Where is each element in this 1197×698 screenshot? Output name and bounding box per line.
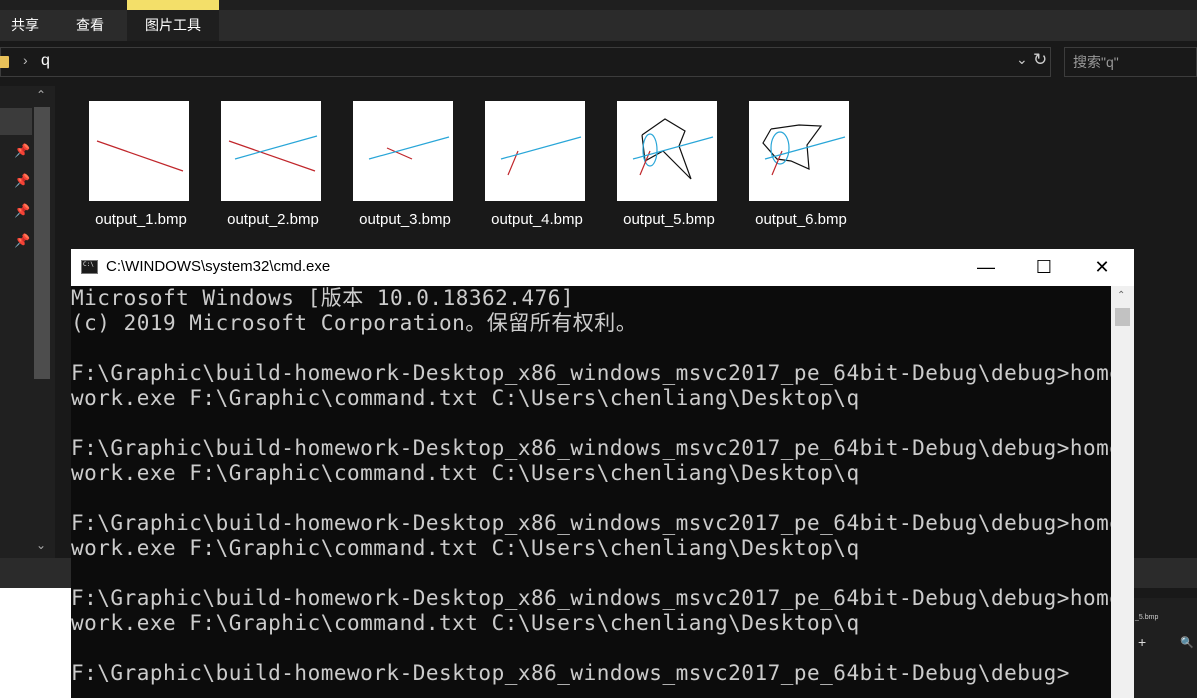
nav-scrollbar-thumb[interactable] bbox=[34, 107, 50, 379]
minimize-button[interactable]: — bbox=[957, 249, 1015, 286]
file-name: output_3.bmp bbox=[359, 211, 451, 228]
console-output[interactable]: Microsoft Windows [版本 10.0.18362.476] (c… bbox=[71, 286, 1123, 698]
cmd-window-title: C:\WINDOWS\system32\cmd.exe bbox=[106, 258, 331, 275]
console-line: F:\Graphic\build-homework-Desktop_x86_wi… bbox=[71, 436, 1123, 460]
pin-icon[interactable]: 📌 bbox=[14, 173, 30, 189]
pin-icon[interactable]: 📌 bbox=[14, 203, 30, 219]
scroll-up-icon[interactable]: ⌃ bbox=[36, 88, 46, 102]
breadcrumb-current-folder[interactable]: q bbox=[41, 52, 50, 70]
tab-view[interactable]: 查看 bbox=[64, 10, 116, 41]
ribbon: 共享 查看 图片工具 bbox=[0, 0, 1197, 41]
cmd-window[interactable]: C:\WINDOWS\system32\cmd.exe — ☐ ✕ Micros… bbox=[71, 249, 1134, 698]
cmd-scrollbar[interactable]: ⌃ bbox=[1111, 286, 1134, 698]
bmp-thumbnail bbox=[353, 101, 453, 201]
search-box[interactable] bbox=[1064, 47, 1197, 77]
zoom-icon[interactable]: 🔍 bbox=[1180, 636, 1194, 649]
file-name: output_1.bmp bbox=[95, 211, 187, 228]
tab-picture-tools[interactable]: 图片工具 bbox=[127, 10, 219, 41]
scroll-up-icon[interactable]: ⌃ bbox=[1117, 290, 1125, 301]
console-line: Microsoft Windows [版本 10.0.18362.476] bbox=[71, 286, 575, 310]
file-item[interactable]: output_4.bmp bbox=[485, 101, 605, 236]
console-line: work.exe F:\Graphic\command.txt C:\Users… bbox=[71, 611, 860, 635]
cmd-scrollbar-thumb[interactable] bbox=[1115, 308, 1130, 326]
scroll-down-icon[interactable]: ⌄ bbox=[36, 538, 46, 552]
chevron-down-icon[interactable]: ⌄ bbox=[1016, 51, 1028, 68]
close-button[interactable]: ✕ bbox=[1073, 249, 1131, 286]
file-item[interactable]: output_1.bmp bbox=[89, 101, 209, 236]
address-bar[interactable]: › q ⌄ ↻ bbox=[0, 47, 1051, 77]
console-line: work.exe F:\Graphic\command.txt C:\Users… bbox=[71, 536, 860, 560]
console-line: F:\Graphic\build-homework-Desktop_x86_wi… bbox=[71, 361, 1123, 385]
search-input[interactable] bbox=[1073, 53, 1193, 71]
cmd-title-bar[interactable]: C:\WINDOWS\system32\cmd.exe — ☐ ✕ bbox=[71, 249, 1134, 286]
refresh-icon[interactable]: ↻ bbox=[1033, 50, 1047, 70]
pin-icon[interactable]: 📌 bbox=[14, 233, 30, 249]
maximize-button[interactable]: ☐ bbox=[1015, 249, 1073, 286]
file-item[interactable]: output_6.bmp bbox=[749, 101, 869, 236]
file-name: output_5.bmp bbox=[623, 211, 715, 228]
cmd-app-icon bbox=[81, 260, 98, 274]
file-item[interactable]: output_3.bmp bbox=[353, 101, 473, 236]
file-name: output_6.bmp bbox=[755, 211, 847, 228]
bmp-thumbnail bbox=[221, 101, 321, 201]
file-name: output_2.bmp bbox=[227, 211, 319, 228]
console-line: work.exe F:\Graphic\command.txt C:\Users… bbox=[71, 461, 860, 485]
console-line: F:\Graphic\build-homework-Desktop_x86_wi… bbox=[71, 586, 1123, 610]
console-line: work.exe F:\Graphic\command.txt C:\Users… bbox=[71, 386, 860, 410]
nav-selected-item[interactable] bbox=[0, 108, 32, 135]
console-prompt: F:\Graphic\build-homework-Desktop_x86_wi… bbox=[71, 661, 1070, 685]
bmp-thumbnail bbox=[485, 101, 585, 201]
breadcrumb-chevron-icon[interactable]: › bbox=[23, 52, 28, 68]
file-item[interactable]: output_2.bmp bbox=[221, 101, 341, 236]
pin-icon[interactable]: 📌 bbox=[14, 143, 30, 159]
preview-file-label: _5.bmp bbox=[1135, 614, 1159, 621]
bmp-thumbnail bbox=[617, 101, 717, 201]
bmp-thumbnail bbox=[749, 101, 849, 201]
picture-tools-accent bbox=[127, 0, 219, 10]
file-name: output_4.bmp bbox=[491, 211, 583, 228]
add-icon[interactable]: + bbox=[1138, 634, 1146, 650]
console-line: F:\Graphic\build-homework-Desktop_x86_wi… bbox=[71, 511, 1123, 535]
bmp-thumbnail bbox=[89, 101, 189, 201]
image-preview-fragment bbox=[0, 588, 72, 698]
file-item[interactable]: output_5.bmp bbox=[617, 101, 737, 236]
tab-share[interactable]: 共享 bbox=[0, 10, 50, 41]
console-line: (c) 2019 Microsoft Corporation。保留所有权利。 bbox=[71, 311, 638, 335]
folder-icon bbox=[0, 56, 9, 68]
